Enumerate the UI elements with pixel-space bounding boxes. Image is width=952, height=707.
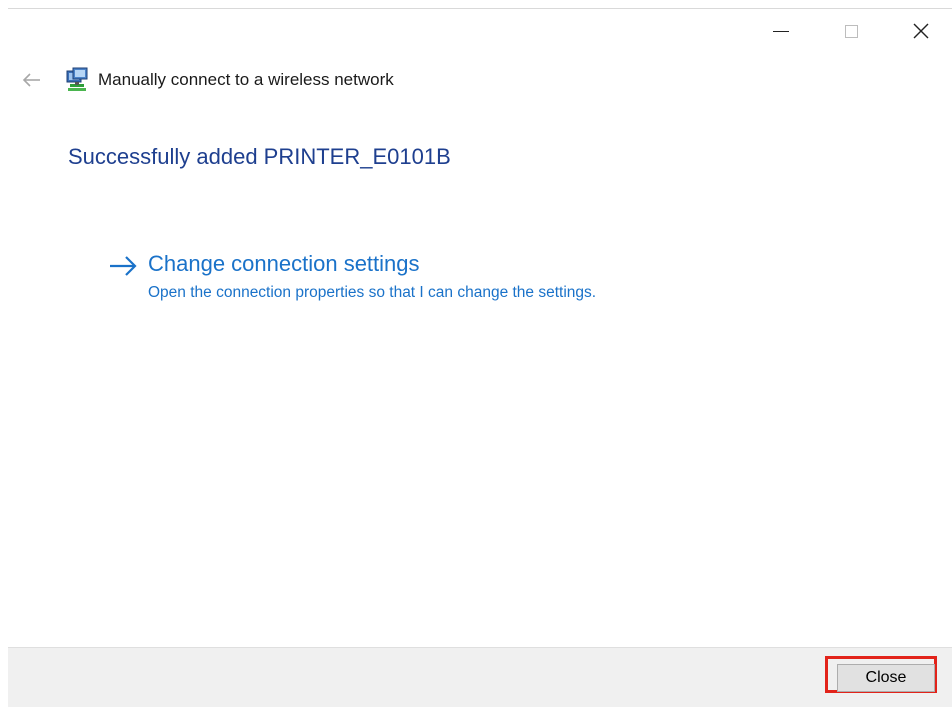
- window-top-border: [8, 8, 952, 9]
- wizard-window: Manually connect to a wireless network S…: [0, 0, 952, 707]
- arrow-right-icon: [110, 256, 137, 276]
- back-arrow-icon: [22, 73, 40, 87]
- close-button[interactable]: Close: [837, 664, 935, 692]
- command-link-title: Change connection settings: [148, 251, 420, 276]
- footer-bar: [8, 647, 952, 707]
- close-icon: [913, 23, 929, 39]
- change-connection-settings-link[interactable]: Change connection settings Open the conn…: [104, 250, 704, 310]
- minimize-button[interactable]: [758, 14, 804, 48]
- back-button[interactable]: [20, 68, 44, 92]
- window-close-button[interactable]: [898, 14, 944, 48]
- maximize-button[interactable]: [828, 14, 874, 48]
- command-link-description: Open the connection properties so that I…: [148, 284, 597, 301]
- network-icon: [66, 67, 88, 91]
- minimize-icon: [773, 30, 789, 32]
- page-heading: Successfully added PRINTER_E0101B: [68, 144, 451, 169]
- maximize-icon: [844, 24, 858, 38]
- wizard-title: Manually connect to a wireless network: [98, 70, 394, 89]
